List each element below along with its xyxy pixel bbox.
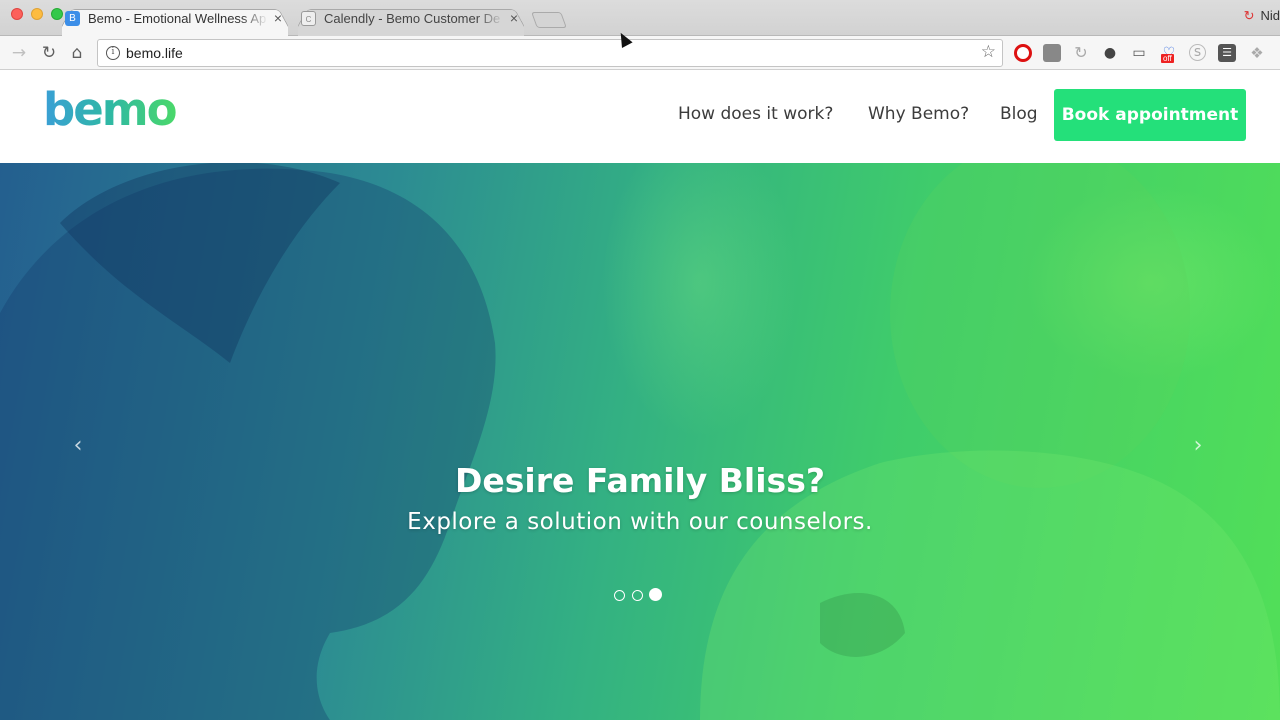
- back-arrow-icon[interactable]: →: [8, 42, 30, 64]
- browser-tab-calendly[interactable]: C Calendly - Bemo Customer De ×: [298, 5, 524, 36]
- browser-toolbar: → ↻ ⌂ i bemo.life ☆ ↻ ● ▭ ♡ off s ☰ ❖: [0, 36, 1280, 70]
- evernote-icon[interactable]: ●: [1101, 44, 1119, 62]
- close-tab-icon[interactable]: ×: [510, 5, 518, 32]
- window-close-button[interactable]: [11, 8, 23, 20]
- hero-title: Desire Family Bliss?: [455, 461, 825, 500]
- opera-icon[interactable]: [1014, 44, 1032, 62]
- calendly-favicon-icon: C: [301, 11, 316, 26]
- bemo-logo[interactable]: bemo: [43, 83, 178, 136]
- tab-title: Bemo - Emotional Wellness Ap: [88, 11, 267, 26]
- address-bar[interactable]: i bemo.life ☆: [97, 39, 1003, 67]
- rotate-icon[interactable]: ↻: [1072, 44, 1090, 62]
- carousel-next-icon[interactable]: ›: [1186, 433, 1210, 458]
- site-header: bemo How does it work? Why Bemo? Blog Bo…: [0, 71, 1280, 163]
- bookmark-star-icon[interactable]: ☆: [981, 42, 996, 62]
- shop-off-icon[interactable]: ♡ off: [1160, 44, 1178, 63]
- home-icon[interactable]: ⌂: [66, 42, 88, 64]
- window-minimize-button[interactable]: [31, 8, 43, 20]
- site-info-icon[interactable]: i: [106, 46, 120, 60]
- hero-subtitle: Explore a solution with our counselors.: [407, 509, 873, 535]
- carousel-prev-icon[interactable]: ‹: [66, 433, 90, 458]
- hero-photo-image: [0, 163, 1280, 720]
- bemo-favicon-icon: B: [65, 11, 80, 26]
- carousel-dot-1[interactable]: [614, 590, 625, 601]
- cast-icon[interactable]: ▭: [1130, 44, 1148, 62]
- profile-button[interactable]: ↻ Nid: [1244, 8, 1280, 24]
- profile-name: Nid: [1260, 8, 1280, 23]
- carousel-dot-3-active[interactable]: [649, 588, 662, 601]
- dropbox-icon[interactable]: ❖: [1248, 44, 1266, 62]
- nav-why-bemo[interactable]: Why Bemo?: [868, 104, 969, 124]
- new-tab-button[interactable]: [531, 12, 567, 28]
- skype-icon[interactable]: s: [1189, 44, 1206, 61]
- tab-title: Calendly - Bemo Customer De: [324, 11, 501, 26]
- browser-tab-bemo[interactable]: B Bemo - Emotional Wellness Ap ×: [62, 5, 288, 36]
- nav-blog[interactable]: Blog: [1000, 104, 1038, 124]
- reload-icon[interactable]: ↻: [38, 42, 60, 64]
- menu-icon[interactable]: ☰: [1218, 44, 1236, 62]
- close-tab-icon[interactable]: ×: [274, 5, 282, 32]
- browser-tab-strip: B Bemo - Emotional Wellness Ap × C Calen…: [0, 0, 1280, 36]
- url-text[interactable]: bemo.life: [126, 40, 183, 66]
- off-badge: off: [1161, 54, 1174, 63]
- profile-icon: ↻: [1243, 8, 1255, 23]
- nav-how-it-works[interactable]: How does it work?: [678, 104, 833, 124]
- pocket-icon[interactable]: [1043, 44, 1061, 62]
- book-appointment-button[interactable]: Book appointment: [1054, 89, 1246, 141]
- carousel-dot-2[interactable]: [632, 590, 643, 601]
- hero-carousel: ‹ › Desire Family Bliss? Explore a solut…: [0, 163, 1280, 720]
